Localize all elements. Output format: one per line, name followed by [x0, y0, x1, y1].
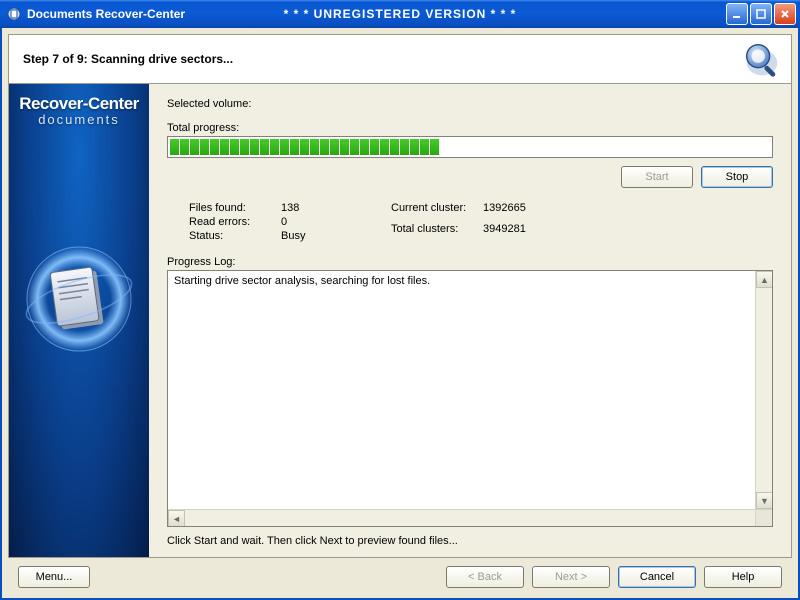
stats-panel: Files found: 138 Read errors: 0 Status: …: [167, 202, 773, 242]
files-found-label: Files found:: [189, 202, 281, 214]
log-vertical-scrollbar[interactable]: ▲ ▼: [755, 271, 772, 509]
status-value: Busy: [281, 230, 351, 242]
progress-segment: [220, 139, 229, 155]
progress-segment: [350, 139, 359, 155]
files-found-value: 138: [281, 202, 351, 214]
total-clusters-value: 3949281: [483, 223, 553, 242]
progress-segment: [320, 139, 329, 155]
app-title: Documents Recover-Center: [27, 7, 185, 21]
progress-segment: [430, 139, 439, 155]
progress-segment: [180, 139, 189, 155]
progress-segment: [340, 139, 349, 155]
progress-segment: [190, 139, 199, 155]
progress-segment: [230, 139, 239, 155]
selected-volume-label: Selected volume:: [167, 98, 251, 110]
scan-buttons: Start Stop: [167, 166, 773, 188]
window-controls: [726, 3, 796, 25]
app-icon: [6, 6, 22, 22]
progress-segment: [330, 139, 339, 155]
back-button[interactable]: < Back: [446, 566, 524, 588]
hint-text: Click Start and wait. Then click Next to…: [167, 535, 773, 547]
progress-segment: [300, 139, 309, 155]
progress-log: Starting drive sector analysis, searchin…: [167, 270, 773, 527]
progress-segment: [170, 139, 179, 155]
read-errors-label: Read errors:: [189, 216, 281, 228]
status-label: Status:: [189, 230, 281, 242]
current-cluster-label: Current cluster:: [391, 202, 483, 221]
window-body: Step 7 of 9: Scanning drive sectors... R…: [0, 28, 800, 600]
stats-col-left: Files found: 138 Read errors: 0 Status: …: [189, 202, 351, 242]
progress-segment: [380, 139, 389, 155]
step-text: Step 7 of 9: Scanning drive sectors...: [23, 52, 233, 66]
progress-segment: [260, 139, 269, 155]
unregistered-banner: * * * UNREGISTERED VERSION * * *: [284, 7, 517, 21]
progress-segment: [250, 139, 259, 155]
scroll-left-icon[interactable]: ◄: [168, 510, 185, 527]
minimize-button[interactable]: [726, 3, 748, 25]
sidebar: Recover-Center documents: [9, 84, 149, 557]
progress-segment: [420, 139, 429, 155]
progress-segment: [410, 139, 419, 155]
total-clusters-label: Total clusters:: [391, 223, 483, 242]
footer: Menu... < Back Next > Cancel Help: [8, 564, 792, 592]
log-horizontal-scrollbar[interactable]: ◄ ►: [168, 509, 772, 526]
main-area: Recover-Center documents: [8, 84, 792, 558]
wizard-header: Step 7 of 9: Scanning drive sectors...: [8, 34, 792, 84]
documents-icon: [19, 239, 139, 359]
cancel-button[interactable]: Cancel: [618, 566, 696, 588]
progress-segment: [360, 139, 369, 155]
content-pane: Selected volume: Total progress: Start S…: [149, 84, 791, 557]
current-cluster-value: 1392665: [483, 202, 553, 221]
titlebar: Documents Recover-Center * * * UNREGISTE…: [0, 0, 800, 28]
progress-segment: [240, 139, 249, 155]
progress-segment: [370, 139, 379, 155]
progress-segment: [200, 139, 209, 155]
stats-col-right: Current cluster: 1392665 Total clusters:…: [391, 202, 553, 242]
next-button[interactable]: Next >: [532, 566, 610, 588]
total-progress-label: Total progress:: [167, 122, 773, 134]
scroll-down-icon[interactable]: ▼: [756, 492, 773, 509]
progress-log-text: Starting drive sector analysis, searchin…: [174, 275, 430, 287]
stop-button[interactable]: Stop: [701, 166, 773, 188]
progress-bar: [167, 136, 773, 158]
wizard-buttons: < Back Next > Cancel Help: [446, 566, 782, 588]
read-errors-value: 0: [281, 216, 351, 228]
scroll-up-icon[interactable]: ▲: [756, 271, 773, 288]
help-button[interactable]: Help: [704, 566, 782, 588]
menu-button[interactable]: Menu...: [18, 566, 90, 588]
scrollbar-corner: [755, 509, 772, 526]
scan-icon: [739, 37, 785, 83]
progress-segment: [290, 139, 299, 155]
maximize-button[interactable]: [750, 3, 772, 25]
close-button[interactable]: [774, 3, 796, 25]
progress-segment: [270, 139, 279, 155]
brand-title: Recover-Center: [9, 94, 149, 114]
brand-subtitle: documents: [9, 112, 149, 127]
progress-log-label: Progress Log:: [167, 256, 773, 268]
progress-segment: [390, 139, 399, 155]
progress-segment: [280, 139, 289, 155]
start-button[interactable]: Start: [621, 166, 693, 188]
progress-segment: [210, 139, 219, 155]
progress-segment: [400, 139, 409, 155]
progress-segment: [310, 139, 319, 155]
